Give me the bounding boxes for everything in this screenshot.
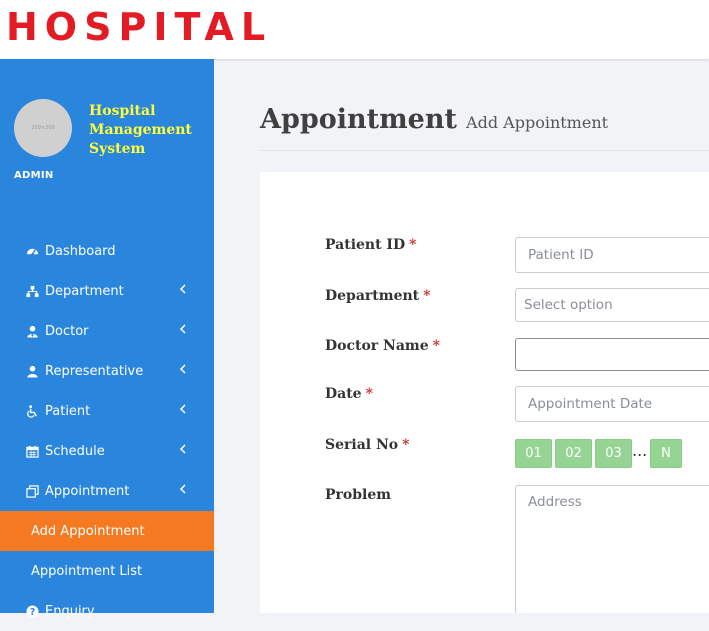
patient-id-label: Patient ID * (325, 237, 417, 253)
page-subtitle: Add Appointment (466, 113, 609, 132)
sidebar-item-label: Representative (45, 363, 144, 379)
sidebar-item-doctor[interactable]: Doctor (0, 311, 214, 351)
sidebar-item-department[interactable]: Department (0, 271, 214, 311)
appointment-date-input[interactable]: Appointment Date (515, 386, 709, 422)
serial-ellipsis: ... (632, 441, 648, 460)
calendar-icon (25, 444, 39, 458)
sitemap-icon (25, 284, 39, 298)
avatar-placeholder-text: 200×200 (31, 125, 55, 131)
wheelchair-icon (25, 404, 39, 418)
chevron-left-icon (179, 484, 186, 494)
brand-title: Hospital Management System (89, 103, 192, 157)
sidebar-item-label: Appointment (45, 483, 130, 499)
chevron-left-icon (179, 444, 186, 454)
dashboard-icon (25, 244, 39, 258)
page-header: Appointment Add Appointment (260, 104, 608, 135)
avatar[interactable]: 200×200 (14, 99, 72, 157)
page-title: Appointment (260, 104, 457, 135)
user-icon (25, 364, 39, 378)
sidebar-item-enquiry[interactable]: ? Enquiry (0, 591, 214, 631)
doctor-name-label: Doctor Name * (325, 338, 440, 354)
sidebar-item-label: Schedule (45, 443, 105, 459)
serial-slot-02[interactable]: 02 (555, 439, 592, 468)
serial-slot-03[interactable]: 03 (595, 439, 632, 468)
sidebar-item-schedule[interactable]: Schedule (0, 431, 214, 471)
chevron-left-icon (179, 364, 186, 374)
department-placeholder: Select option (524, 297, 613, 313)
sidebar: 200×200 Hospital Management System ADMIN… (0, 59, 214, 619)
svg-text:?: ? (29, 606, 34, 617)
required-marker: * (409, 237, 417, 253)
sidebar-item-label: Department (45, 283, 124, 299)
sidebar-menu: Dashboard Department Doctor Representati… (0, 231, 214, 631)
user-md-icon (25, 324, 39, 338)
problem-placeholder: Address (528, 494, 582, 510)
required-marker: * (432, 338, 440, 354)
required-marker: * (423, 288, 431, 304)
sidebar-item-patient[interactable]: Patient (0, 391, 214, 431)
serial-no-label: Serial No * (325, 437, 410, 453)
sidebar-item-label: Dashboard (45, 243, 116, 259)
department-label: Department * (325, 288, 431, 304)
top-header: HOSPITAL (0, 0, 709, 59)
sidebar-item-dashboard[interactable]: Dashboard (0, 231, 214, 271)
sidebar-subitem-label: Appointment List (31, 563, 143, 579)
chevron-left-icon (179, 324, 186, 334)
serial-slot-n[interactable]: N (650, 439, 682, 468)
sidebar-item-label: Patient (45, 403, 91, 419)
date-label: Date * (325, 386, 373, 402)
question-icon: ? (25, 604, 39, 618)
hospital-logo[interactable]: HOSPITAL (6, 3, 272, 51)
main-content: Appointment Add Appointment Patient ID * … (214, 59, 709, 613)
appointment-icon (25, 484, 39, 498)
sidebar-item-appointment[interactable]: Appointment (0, 471, 214, 511)
department-select[interactable]: Select option (515, 288, 709, 322)
problem-label: Problem (325, 487, 392, 503)
patient-id-placeholder: Patient ID (528, 247, 594, 263)
patient-id-input[interactable]: Patient ID (515, 237, 709, 273)
appointment-form-card: Patient ID * Patient ID Department * Selec… (260, 172, 709, 613)
chevron-left-icon (179, 284, 186, 294)
sidebar-subitem-appointment-list[interactable]: Appointment List (0, 551, 214, 591)
sidebar-subitem-add-appointment[interactable]: Add Appointment (0, 511, 214, 551)
doctor-name-select[interactable] (515, 338, 709, 371)
chevron-left-icon (179, 404, 186, 414)
sidebar-item-label: Doctor (45, 323, 89, 339)
user-role: ADMIN (14, 170, 54, 181)
sidebar-item-representative[interactable]: Representative (0, 351, 214, 391)
appointment-date-placeholder: Appointment Date (528, 396, 653, 412)
sidebar-item-label: Enquiry (45, 603, 95, 619)
header-divider (260, 150, 709, 151)
serial-slot-01[interactable]: 01 (515, 439, 552, 468)
problem-textarea[interactable]: Address (515, 485, 709, 613)
sidebar-subitem-label: Add Appointment (31, 523, 145, 539)
required-marker: * (402, 437, 410, 453)
required-marker: * (365, 386, 373, 402)
